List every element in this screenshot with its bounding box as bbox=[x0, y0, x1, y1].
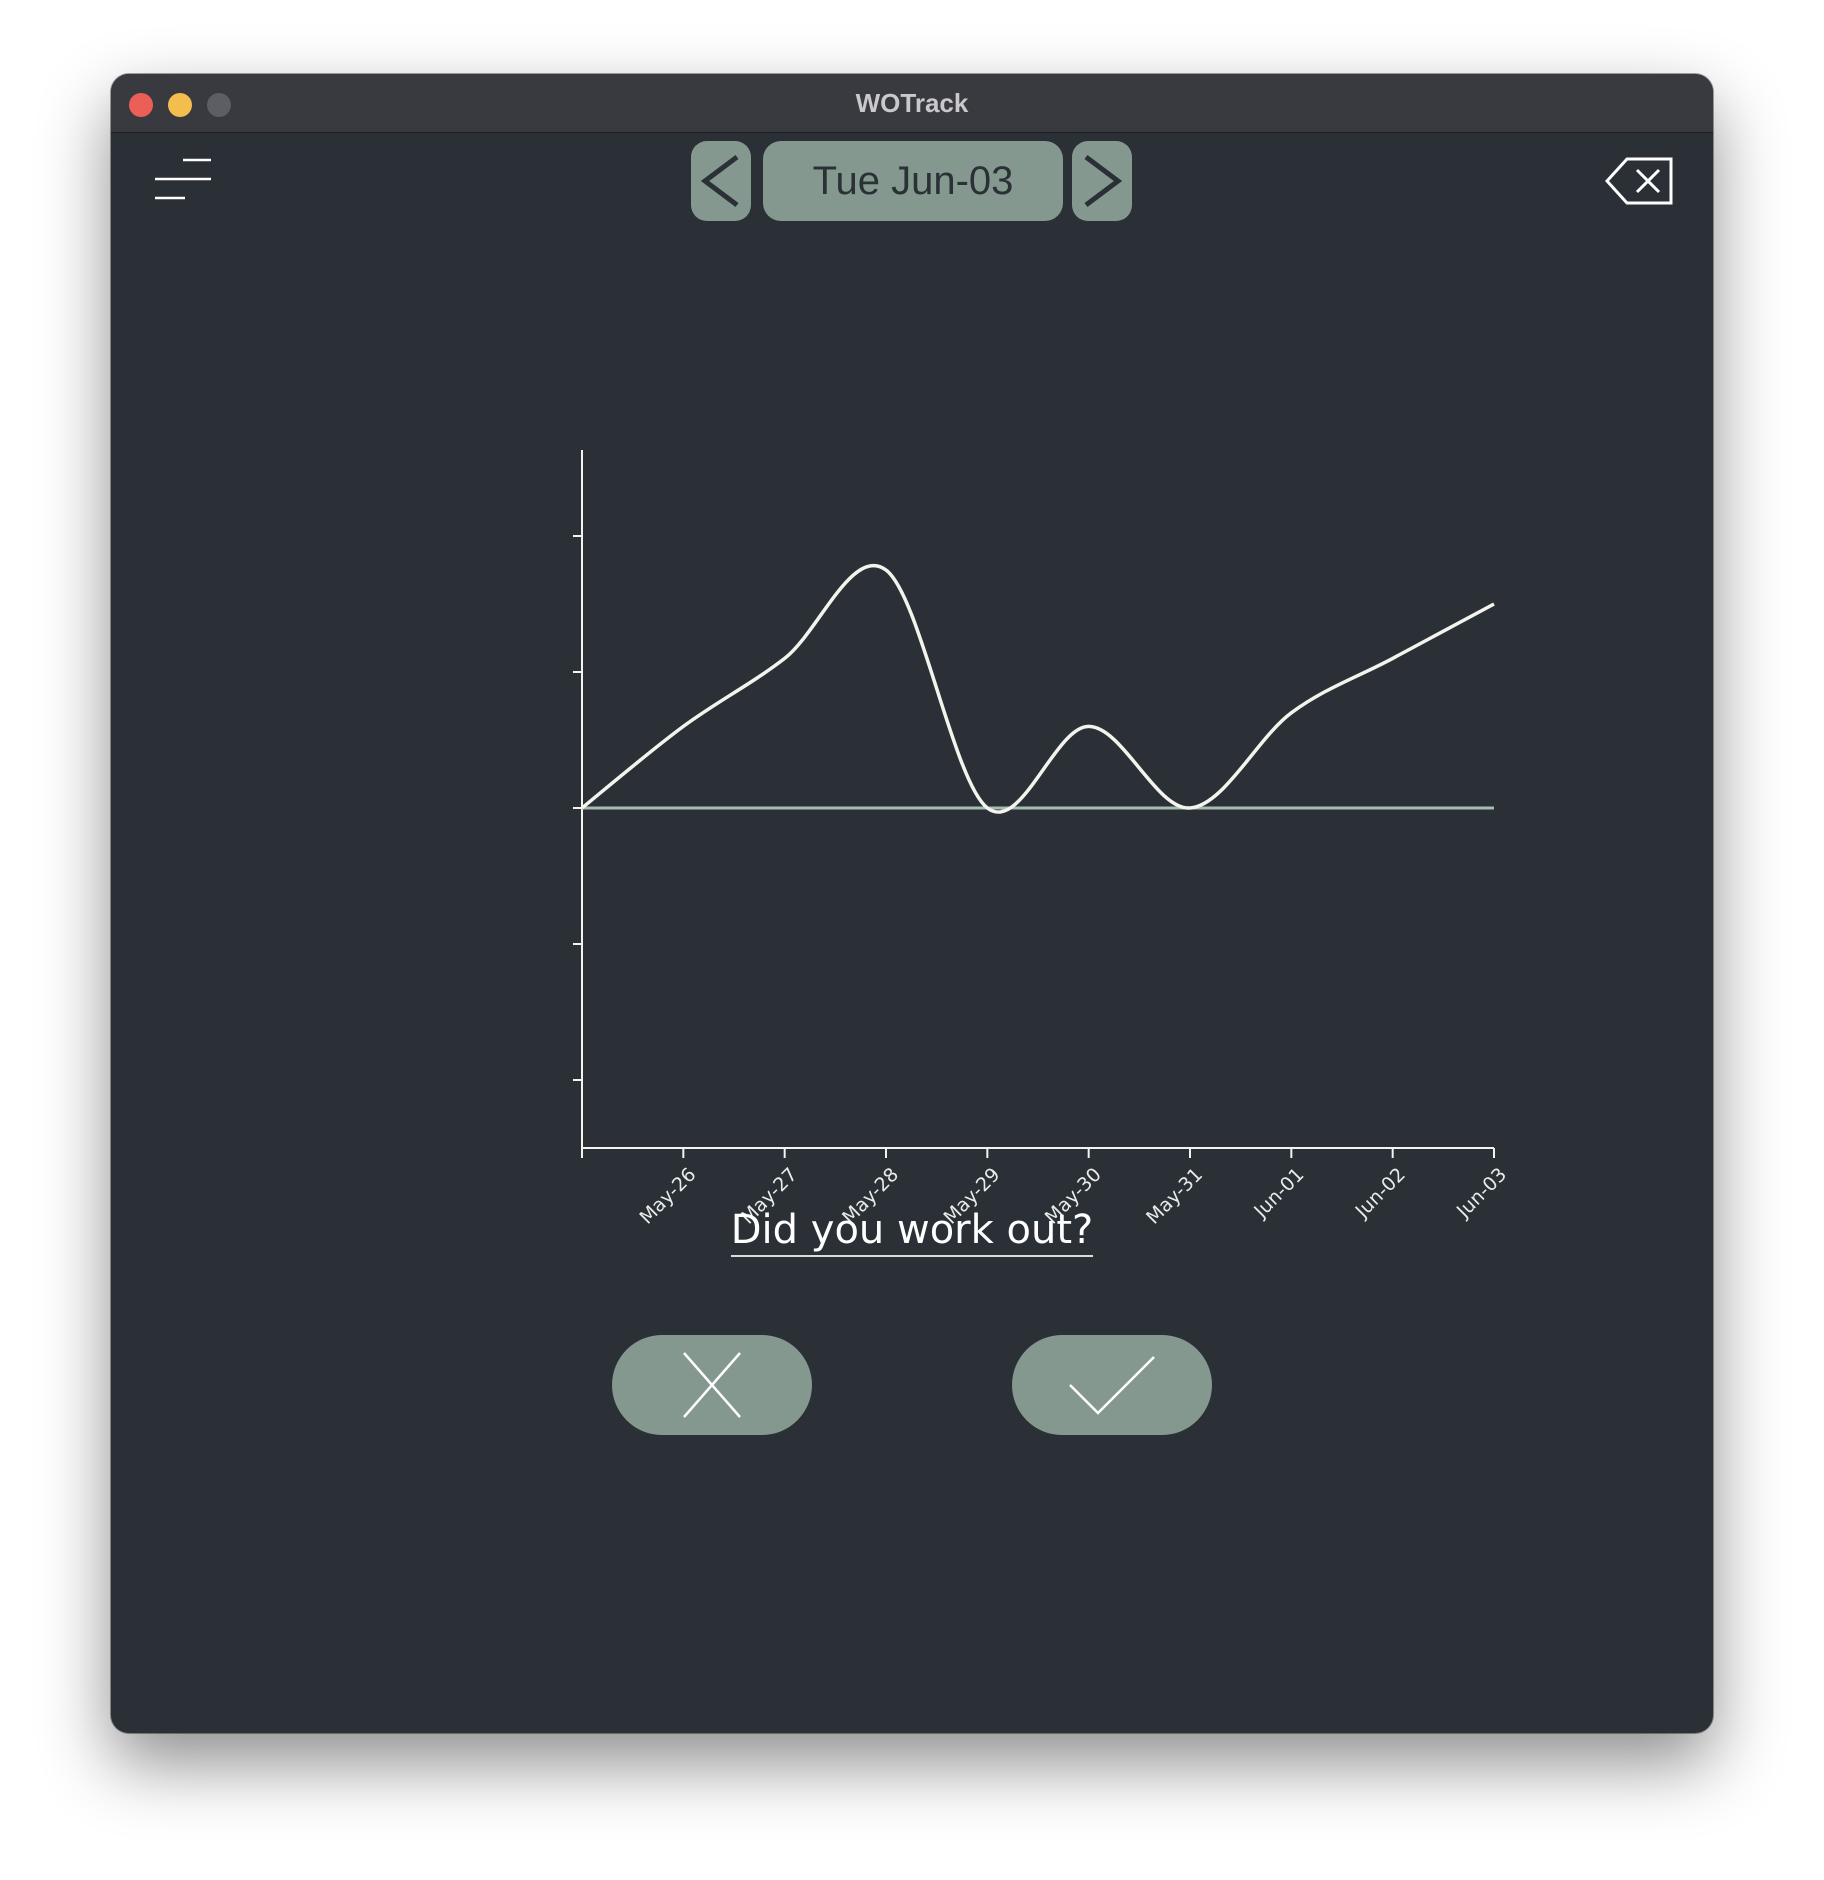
backspace-icon[interactable] bbox=[1604, 153, 1677, 209]
main-content: Tue Jun-03 May-26 May-27 May-28 May-29 May-3… bbox=[111, 133, 1713, 1733]
x-icon bbox=[683, 1352, 741, 1418]
current-date-label[interactable]: Tue Jun-03 bbox=[763, 141, 1063, 221]
yes-button[interactable] bbox=[1012, 1335, 1212, 1435]
window-title: WOTrack bbox=[855, 88, 969, 118]
chevron-left-icon bbox=[700, 155, 739, 207]
workout-line-chart: May-26 May-27 May-28 May-29 May-30 May-31 Jun-… bbox=[573, 450, 1511, 1229]
menu-lines-icon[interactable] bbox=[153, 157, 217, 217]
no-button[interactable] bbox=[612, 1335, 812, 1435]
workout-question: Did you work out? bbox=[111, 1207, 1713, 1257]
previous-day-button[interactable] bbox=[691, 141, 751, 221]
check-icon bbox=[1069, 1356, 1155, 1415]
app-window: WOTrack Tue Jun-03 May-26 May-27 May-28 … bbox=[111, 74, 1713, 1733]
chevron-right-icon bbox=[1084, 155, 1123, 207]
question-text[interactable]: Did you work out? bbox=[730, 1207, 1094, 1257]
series-line bbox=[580, 563, 1495, 814]
title-bar: WOTrack bbox=[111, 74, 1713, 133]
next-day-button[interactable] bbox=[1072, 141, 1132, 221]
